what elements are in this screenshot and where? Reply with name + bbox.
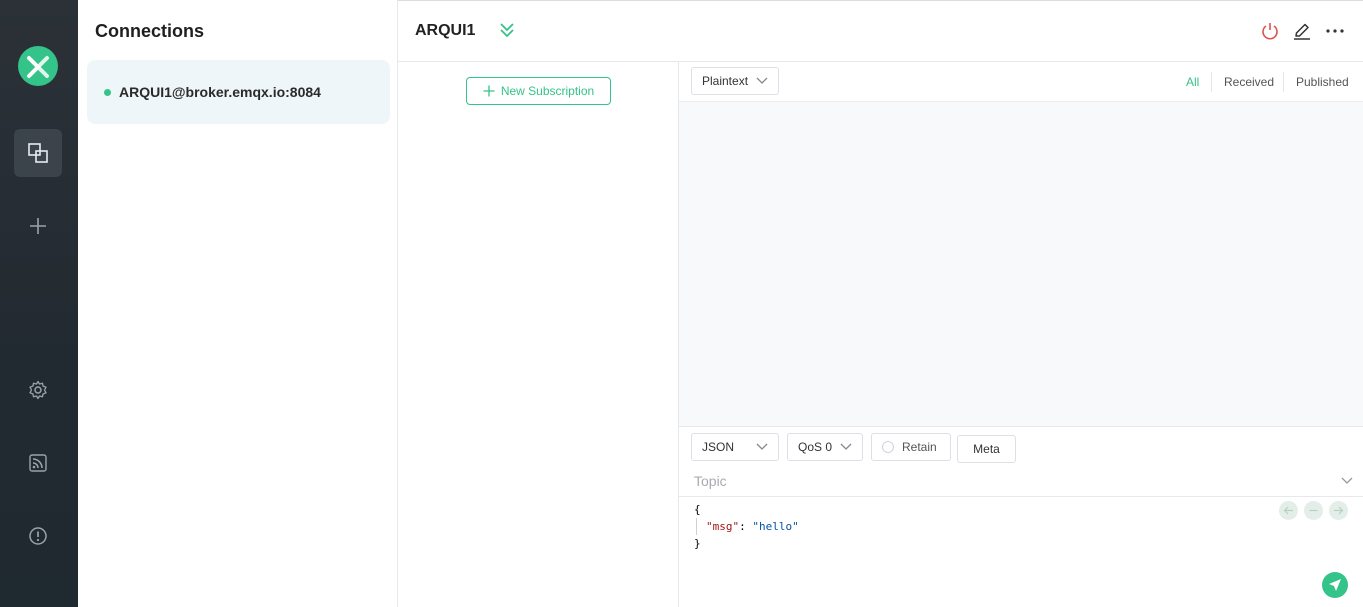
filter-divider xyxy=(1211,72,1212,92)
connection-name: ARQUI1 xyxy=(415,22,476,39)
payload-line-close: } xyxy=(694,537,701,550)
payload-key: "msg" xyxy=(706,520,740,533)
connection-list-item[interactable]: ARQUI1@broker.emqx.io:8084 xyxy=(87,60,390,124)
topic-input[interactable]: Topic xyxy=(694,473,727,489)
chevron-down-icon xyxy=(840,443,852,450)
history-clear-button[interactable] xyxy=(1304,501,1323,520)
disconnect-power-icon[interactable] xyxy=(1259,20,1281,42)
chevron-down-icon[interactable] xyxy=(1341,477,1353,485)
subscriptions-panel: New Subscription xyxy=(398,62,679,607)
connections-panel: Connections ARQUI1@broker.emqx.io:8084 xyxy=(78,0,398,607)
send-button[interactable] xyxy=(1322,572,1348,598)
indent-guide xyxy=(696,518,697,535)
left-nav xyxy=(0,0,78,607)
message-format-select[interactable]: Plaintext xyxy=(691,67,779,95)
plus-icon xyxy=(483,85,495,97)
history-back-button[interactable] xyxy=(1279,501,1298,520)
send-icon xyxy=(1329,579,1341,591)
connections-nav-button[interactable] xyxy=(14,129,62,177)
retain-checkbox[interactable]: Retain xyxy=(871,433,951,461)
payload-line-body: "msg": "hello" xyxy=(694,518,799,535)
arrow-left-icon xyxy=(1283,506,1293,515)
messages-area: Plaintext All Received Published xyxy=(679,62,1363,426)
info-icon xyxy=(29,527,47,545)
payload-format-value: JSON xyxy=(702,440,735,454)
arrow-right-icon xyxy=(1334,506,1344,515)
payload-colon: : xyxy=(739,520,753,533)
publish-area: JSON QoS 0 Retain Meta Topic { "msg": "h… xyxy=(679,426,1363,607)
settings-nav-button[interactable] xyxy=(14,366,62,414)
chevron-down-icon xyxy=(756,77,768,84)
script-nav-button[interactable] xyxy=(14,439,62,487)
connections-title: Connections xyxy=(95,21,205,41)
message-format-value: Plaintext xyxy=(702,74,749,88)
topic-divider xyxy=(679,496,1363,497)
connections-icon xyxy=(28,143,48,163)
rss-icon xyxy=(29,454,47,472)
about-nav-button[interactable] xyxy=(14,512,62,560)
payload-line-open: { xyxy=(694,503,701,516)
new-subscription-button[interactable]: New Subscription xyxy=(466,77,611,105)
meta-button[interactable]: Meta xyxy=(957,435,1016,463)
connection-label: ARQUI1@broker.emqx.io:8084 xyxy=(119,84,321,100)
new-connection-nav-button[interactable] xyxy=(14,202,62,250)
collapse-chevron-icon[interactable] xyxy=(499,21,515,44)
messages-toolbar: Plaintext All Received Published xyxy=(679,62,1363,102)
gear-icon xyxy=(29,380,47,400)
filter-all[interactable]: All xyxy=(1186,75,1199,89)
retain-radio-icon xyxy=(882,441,894,453)
connection-status-dot xyxy=(104,89,111,96)
app-logo-icon xyxy=(18,46,58,86)
retain-label: Retain xyxy=(902,440,937,454)
minus-icon xyxy=(1309,509,1318,512)
qos-value: QoS 0 xyxy=(798,440,833,454)
connection-header: ARQUI1 xyxy=(398,0,1363,62)
payload-value: "hello" xyxy=(752,520,799,533)
chevron-down-icon xyxy=(756,443,768,450)
new-subscription-label: New Subscription xyxy=(500,84,595,98)
qos-select[interactable]: QoS 0 xyxy=(787,433,863,461)
history-forward-button[interactable] xyxy=(1329,501,1348,520)
more-options-icon[interactable] xyxy=(1324,20,1346,42)
payload-editor[interactable]: { "msg": "hello" } xyxy=(694,501,799,552)
edit-pencil-icon[interactable] xyxy=(1291,20,1313,42)
filter-divider xyxy=(1283,72,1284,92)
filter-received[interactable]: Received xyxy=(1224,75,1274,89)
plus-icon xyxy=(30,218,46,234)
filter-published[interactable]: Published xyxy=(1296,75,1349,89)
payload-format-select[interactable]: JSON xyxy=(691,433,779,461)
